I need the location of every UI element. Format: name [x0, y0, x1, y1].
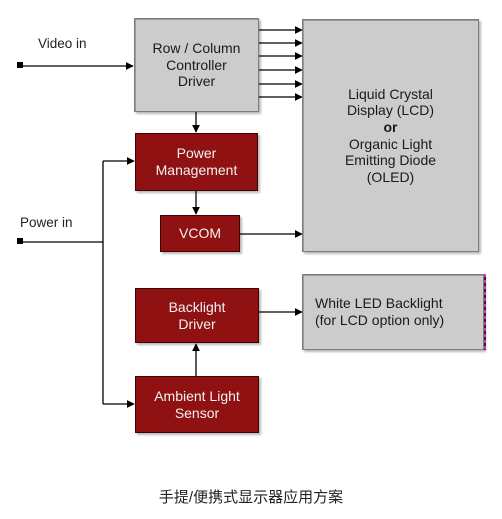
- block-backlight-driver[interactable]: Backlight Driver: [135, 288, 259, 343]
- block-row-column-controller-driver-label: Row / Column Controller Driver: [152, 40, 241, 90]
- block-diagram-canvas: Video in Power in Row / Column Controlle…: [0, 0, 502, 519]
- lcd-label-line-6: (OLED): [366, 168, 415, 185]
- block-power-management-label: Power Management: [155, 145, 238, 178]
- block-ambient-light-sensor[interactable]: Ambient Light Sensor: [135, 376, 259, 433]
- block-row-column-controller-driver[interactable]: Row / Column Controller Driver: [134, 18, 259, 112]
- block-white-led-backlight-label: White LED Backlight (for LCD option only…: [315, 295, 445, 328]
- white-led-backlight-accent-edge: [484, 274, 486, 350]
- lcd-label-line-2: Display (LCD): [346, 102, 435, 119]
- lcd-label-line-5: Emitting Diode: [344, 152, 437, 169]
- power-in-terminal-dot: [17, 238, 23, 244]
- block-vcom[interactable]: VCOM: [160, 215, 240, 252]
- block-white-led-backlight[interactable]: White LED Backlight (for LCD option only…: [302, 274, 484, 350]
- lcd-label-line-1: Liquid Crystal: [348, 85, 433, 102]
- block-liquid-crystal-display[interactable]: Liquid Crystal Display (LCD) or Organic …: [302, 19, 479, 252]
- lcd-label-line-4: Organic Light: [348, 135, 433, 152]
- label-video-in: Video in: [38, 36, 87, 51]
- block-power-management[interactable]: Power Management: [135, 133, 258, 191]
- block-ambient-light-sensor-label: Ambient Light Sensor: [154, 387, 240, 421]
- label-power-in: Power in: [20, 215, 73, 230]
- diagram-caption: 手提/便携式显示器应用方案: [158, 489, 344, 506]
- lcd-label-line-3: or: [383, 118, 398, 135]
- block-backlight-driver-label: Backlight Driver: [168, 298, 226, 332]
- video-in-terminal-dot: [17, 62, 23, 68]
- block-vcom-label: VCOM: [179, 225, 221, 242]
